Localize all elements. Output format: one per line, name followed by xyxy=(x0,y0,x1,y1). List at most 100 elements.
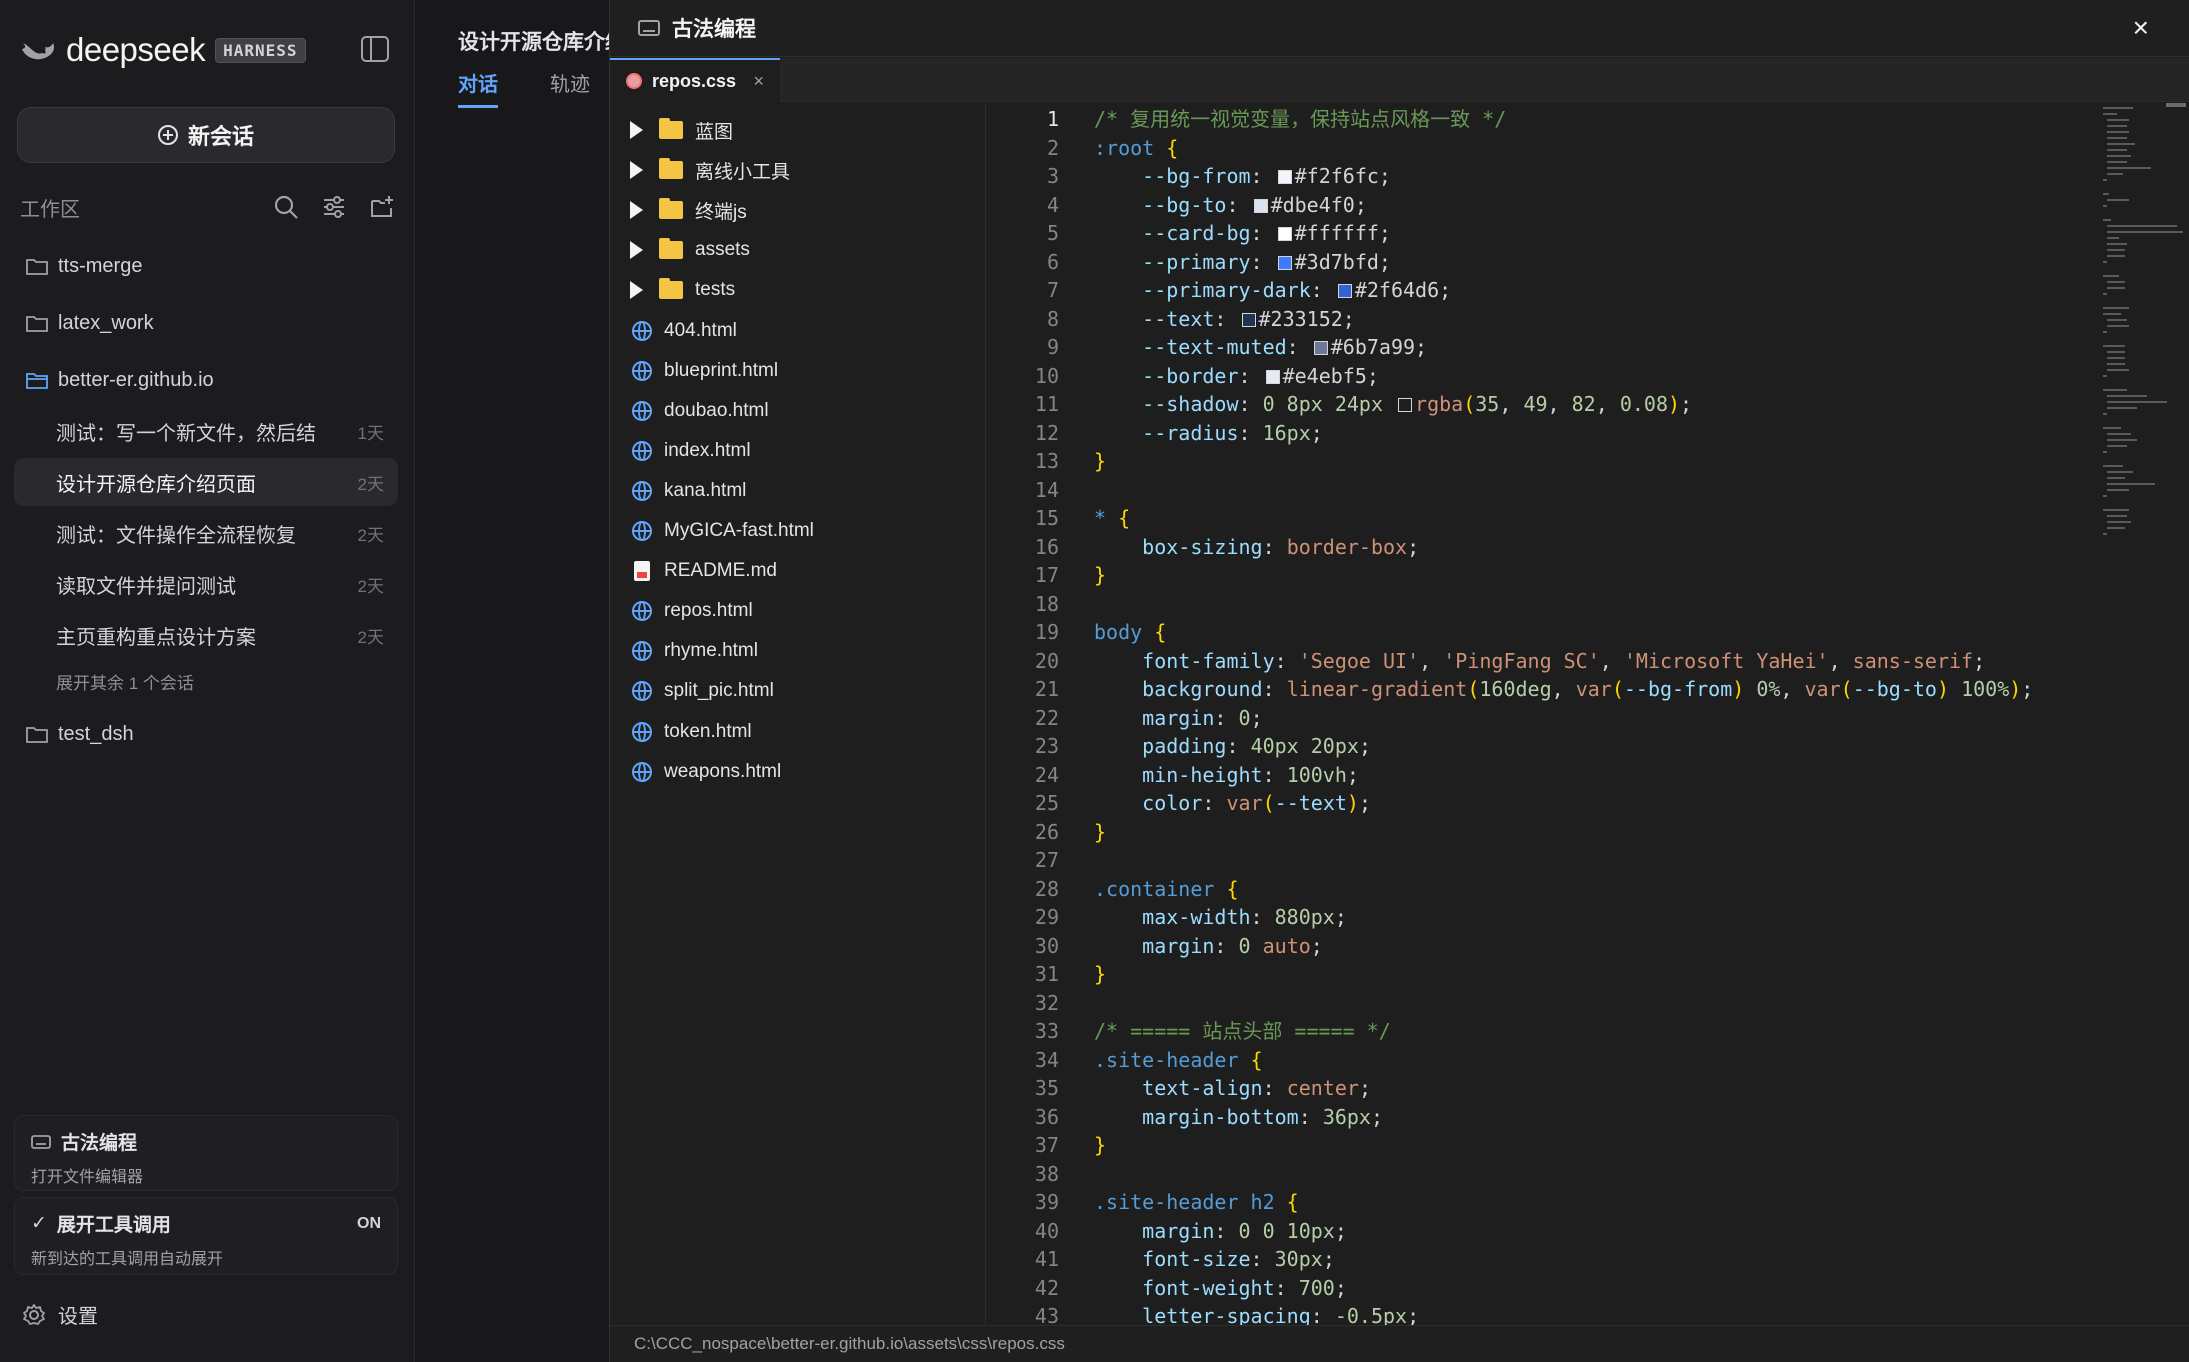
file-tab[interactable]: repos.css × xyxy=(610,58,780,102)
expand-arrow-icon[interactable] xyxy=(630,281,643,300)
globe-icon xyxy=(632,721,652,742)
expand-arrow-icon[interactable] xyxy=(630,241,643,260)
line-text: min-height: 100vh; xyxy=(1142,762,1359,787)
tree-item-label: tests xyxy=(695,279,736,301)
folder-icon xyxy=(26,727,48,743)
status-bar: C:\CCC_nospace\better-er.github.io\asset… xyxy=(610,1325,2189,1362)
line-text: margin-bottom: 36px; xyxy=(1142,1104,1384,1129)
workspace-folder[interactable]: test_dsh xyxy=(26,719,134,749)
tree-folder[interactable]: assets xyxy=(622,235,750,265)
session-item[interactable]: 主页重构重点设计方案 2天 xyxy=(14,611,398,659)
globe-icon xyxy=(632,761,652,782)
tree-file[interactable]: token.html xyxy=(622,717,752,747)
tab-close-icon[interactable]: × xyxy=(753,71,764,92)
tool-expand-toggle[interactable]: ON xyxy=(357,1215,381,1233)
filter-settings-icon[interactable] xyxy=(321,194,347,220)
line-text: font-size: 30px; xyxy=(1142,1247,1335,1271)
workspace-folder-open[interactable]: better-er.github.io xyxy=(26,365,214,395)
color-swatch-icon[interactable] xyxy=(1313,341,1328,355)
tree-folder[interactable]: tests xyxy=(622,275,735,305)
tree-file[interactable]: index.html xyxy=(622,436,751,466)
tree-folder[interactable]: 蓝图 xyxy=(622,115,733,145)
tree-file[interactable]: 404.html xyxy=(622,316,737,346)
line-number: 31 xyxy=(1034,962,1059,986)
color-swatch-icon[interactable] xyxy=(1241,312,1256,327)
color-swatch-icon[interactable] xyxy=(1277,170,1292,184)
tab-chat[interactable]: 对话 xyxy=(458,68,498,108)
line-number: 3 xyxy=(1046,164,1059,188)
line-number: 29 xyxy=(1034,905,1059,929)
tool-expand-card[interactable]: ✓ 展开工具调用 ON 新到达的工具调用自动展开 xyxy=(14,1197,398,1275)
editor-header: 古法编程 × xyxy=(610,0,2189,57)
tree-file[interactable]: README.md xyxy=(622,556,777,586)
expand-more-sessions[interactable]: 展开其余 1 个会话 xyxy=(56,669,194,694)
expand-arrow-icon[interactable] xyxy=(630,161,643,180)
line-number: 40 xyxy=(1034,1218,1059,1243)
color-swatch-icon[interactable] xyxy=(1253,198,1268,213)
new-folder-icon[interactable] xyxy=(369,194,395,220)
tree-file[interactable]: split_pic.html xyxy=(622,676,774,706)
line-number: 24 xyxy=(1034,762,1059,787)
brand[interactable]: deepseek HARNESS xyxy=(20,30,306,70)
line-number: 32 xyxy=(1034,990,1059,1015)
globe-icon xyxy=(632,400,652,421)
tree-item-label: 蓝图 xyxy=(695,121,734,143)
tree-item-label: 终端js xyxy=(695,201,747,223)
line-number: 22 xyxy=(1034,705,1059,730)
tree-folder[interactable]: 终端js xyxy=(622,195,747,225)
code-view[interactable]: 1/* 复用统一视觉变量，保持站点风格一致 */2:root {3 --bg-f… xyxy=(987,103,2189,1325)
tree-item-label: assets xyxy=(695,239,750,261)
color-swatch-icon[interactable] xyxy=(1398,398,1413,412)
tree-item-label: kana.html xyxy=(664,479,747,501)
tab-trace[interactable]: 轨迹 xyxy=(550,68,590,97)
color-swatch-icon[interactable] xyxy=(1337,284,1352,298)
line-number: 14 xyxy=(1034,477,1059,502)
session-time: 1天 xyxy=(357,423,384,443)
session-item-active[interactable]: 设计开源仓库介绍页面 2天 xyxy=(14,458,398,506)
search-icon[interactable] xyxy=(273,194,299,220)
line-text: text-align: center; xyxy=(1142,1076,1371,1100)
tree-file[interactable]: rhyme.html xyxy=(622,636,758,666)
expand-arrow-icon[interactable] xyxy=(630,201,643,220)
line-number: 19 xyxy=(1034,620,1059,644)
tree-folder[interactable]: 离线小工具 xyxy=(622,155,790,185)
session-item[interactable]: 测试：写一个新文件，然后结 1天 xyxy=(14,407,398,455)
line-number: 15 xyxy=(1034,506,1059,530)
folder-icon xyxy=(659,158,683,180)
tree-file[interactable]: repos.html xyxy=(622,596,753,626)
line-text: } xyxy=(1094,563,1107,587)
tree-file[interactable]: MyGICA-fast.html xyxy=(622,516,814,546)
expand-arrow-icon[interactable] xyxy=(630,121,643,139)
color-swatch-icon[interactable] xyxy=(1277,227,1292,241)
code-line: 36 margin-bottom: 36px; xyxy=(987,1103,2137,1132)
tree-file[interactable]: kana.html xyxy=(622,476,746,506)
folder-icon xyxy=(659,278,683,300)
line-text: box-sizing: border-box; xyxy=(1142,534,1420,559)
new-chat-button[interactable]: 新会话 xyxy=(17,107,395,163)
code-line: 20 font-family: 'Segoe UI', 'PingFang SC… xyxy=(987,647,2137,676)
session-title: 主页重构重点设计方案 xyxy=(56,626,256,649)
session-title: 读取文件并提问测试 xyxy=(56,575,236,598)
session-item[interactable]: 测试：文件操作全流程恢复 2天 xyxy=(14,509,398,557)
line-number: 36 xyxy=(1034,1104,1059,1129)
session-item[interactable]: 读取文件并提问测试 2天 xyxy=(14,560,398,608)
workspace-folder[interactable]: latex_work xyxy=(26,308,154,338)
code-line: 17} xyxy=(987,561,2137,590)
settings-button[interactable]: 设置 xyxy=(22,1300,98,1329)
color-swatch-icon[interactable] xyxy=(1265,369,1280,384)
plus-circle-icon xyxy=(157,125,178,145)
close-icon[interactable]: × xyxy=(2133,14,2149,42)
color-swatch-icon[interactable] xyxy=(1277,255,1292,270)
tree-file[interactable]: weapons.html xyxy=(622,757,781,787)
workspace-folder[interactable]: tts-merge xyxy=(26,251,142,281)
code-line: 18 xyxy=(987,590,2137,619)
minimap-scroll-indicator[interactable] xyxy=(2166,103,2186,107)
editor-card[interactable]: 古法编程 打开文件编辑器 xyxy=(14,1115,398,1191)
line-number: 26 xyxy=(1034,819,1059,844)
tree-file[interactable]: doubao.html xyxy=(622,396,769,426)
line-number: 10 xyxy=(1034,363,1059,388)
harness-badge: HARNESS xyxy=(215,37,306,63)
sidebar-toggle-icon[interactable] xyxy=(361,36,389,62)
tree-file[interactable]: blueprint.html xyxy=(622,356,778,386)
line-text: --primary: #3d7bfd; xyxy=(1142,249,1391,274)
